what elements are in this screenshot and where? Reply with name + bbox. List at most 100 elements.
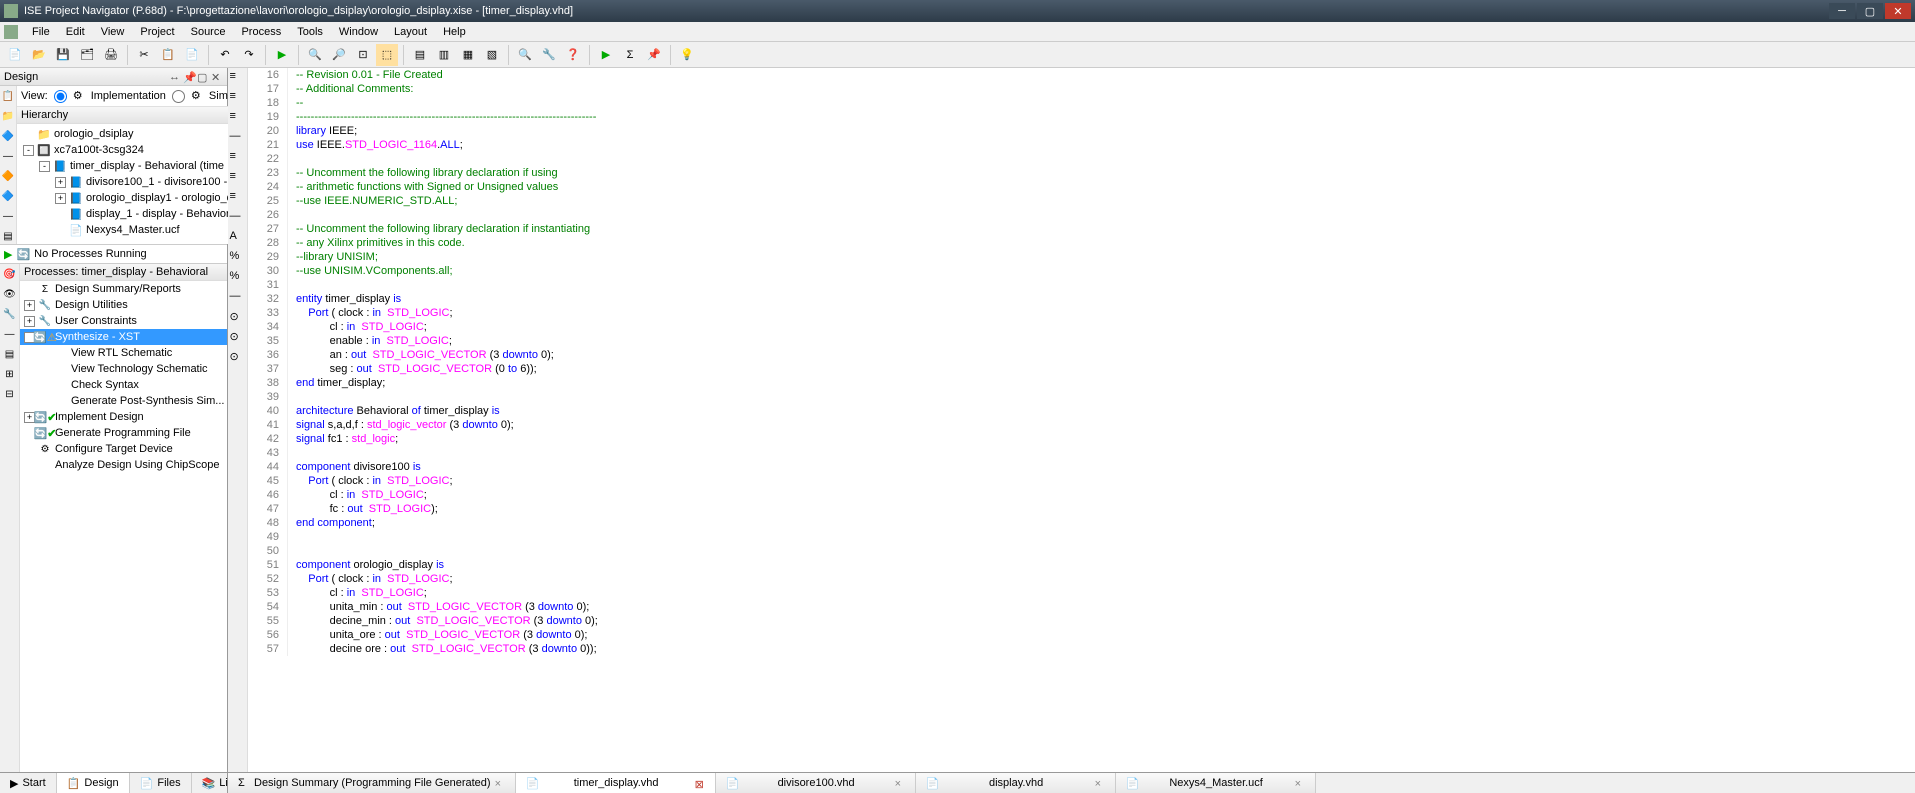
- hierarchy-item[interactable]: 📁orologio_dsiplay: [19, 126, 262, 142]
- process-item[interactable]: +🔧Design Utilities: [20, 297, 227, 313]
- sb-icon-2[interactable]: 📁: [0, 108, 16, 124]
- ed-icon-12[interactable]: —: [230, 290, 246, 306]
- ed-icon-11[interactable]: %: [230, 270, 246, 286]
- sb-icon-5[interactable]: 🔶: [0, 168, 16, 184]
- panel-max-icon[interactable]: ▢: [197, 71, 209, 83]
- bottom-tab-design[interactable]: 📋Design: [57, 773, 130, 793]
- close-tab-icon[interactable]: ×: [895, 778, 905, 788]
- redo-button[interactable]: ↷: [238, 44, 260, 66]
- new-button[interactable]: 📄: [4, 44, 26, 66]
- close-tab-icon[interactable]: ⊠: [695, 778, 705, 788]
- menu-view[interactable]: View: [93, 26, 133, 38]
- editor-tab[interactable]: 📄display.vhd×: [916, 773, 1116, 793]
- psb-3[interactable]: 🔧: [2, 306, 18, 322]
- ed-icon-14[interactable]: ⊙: [230, 330, 246, 346]
- processes-tree[interactable]: ΣDesign Summary/Reports+🔧Design Utilitie…: [20, 281, 227, 772]
- psb-5[interactable]: ▤: [2, 346, 18, 362]
- wrench-button[interactable]: 🔧: [538, 44, 560, 66]
- hierarchy-item[interactable]: +📘orologio_display1 - orologio_di: [19, 190, 262, 206]
- code-editor[interactable]: 16-- Revision 0.01 - File Created17-- Ad…: [248, 68, 1915, 772]
- view-sim-radio[interactable]: [172, 90, 185, 103]
- panel-close-icon[interactable]: ✕: [211, 71, 223, 83]
- ed-icon-15[interactable]: ⊙: [230, 350, 246, 366]
- play-button[interactable]: ▶: [595, 44, 617, 66]
- hierarchy-item[interactable]: -📘timer_display - Behavioral (time: [19, 158, 262, 174]
- psb-2[interactable]: 👁: [2, 286, 18, 302]
- layout3-button[interactable]: ▦: [457, 44, 479, 66]
- process-item[interactable]: Generate Post-Synthesis Sim...: [20, 393, 227, 409]
- menu-process[interactable]: Process: [233, 26, 289, 38]
- menu-tools[interactable]: Tools: [289, 26, 331, 38]
- menu-window[interactable]: Window: [331, 26, 386, 38]
- process-item[interactable]: +🔧User Constraints: [20, 313, 227, 329]
- copy-button[interactable]: 📋: [157, 44, 179, 66]
- menu-source[interactable]: Source: [183, 26, 234, 38]
- hierarchy-item[interactable]: -🔲xc7a100t-3csg324: [19, 142, 262, 158]
- ed-icon-5[interactable]: ≡: [230, 150, 246, 166]
- undo-button[interactable]: ↶: [214, 44, 236, 66]
- ed-icon-13[interactable]: ⊙: [230, 310, 246, 326]
- ed-icon-9[interactable]: A: [230, 230, 246, 246]
- ed-icon-7[interactable]: ≡: [230, 190, 246, 206]
- editor-tab[interactable]: 📄timer_display.vhd⊠: [516, 773, 716, 793]
- process-item[interactable]: View Technology Schematic: [20, 361, 227, 377]
- psb-1[interactable]: 🎯: [2, 266, 18, 282]
- sigma-button[interactable]: Σ: [619, 44, 641, 66]
- process-item[interactable]: View RTL Schematic: [20, 345, 227, 361]
- process-item[interactable]: 🔄✔Generate Programming File: [20, 425, 227, 441]
- process-item[interactable]: ⚙Configure Target Device: [20, 441, 227, 457]
- editor-tab[interactable]: ΣDesign Summary (Programming File Genera…: [228, 773, 516, 793]
- process-item[interactable]: -🔄⚠Synthesize - XST: [20, 329, 227, 345]
- process-item[interactable]: +🔄✔Implement Design: [20, 409, 227, 425]
- close-tab-icon[interactable]: ×: [1095, 778, 1105, 788]
- select-button[interactable]: ⬚: [376, 44, 398, 66]
- menu-help[interactable]: Help: [435, 26, 474, 38]
- play-icon[interactable]: ▶: [4, 248, 12, 261]
- panel-arrow-icon[interactable]: ↔: [169, 71, 181, 83]
- find-button[interactable]: 🔍: [514, 44, 536, 66]
- editor-tab[interactable]: 📄divisore100.vhd×: [716, 773, 916, 793]
- zoom-out-button[interactable]: 🔎: [328, 44, 350, 66]
- refresh-icon[interactable]: 🔄: [16, 248, 30, 261]
- editor-tab[interactable]: 📄Nexys4_Master.ucf×: [1116, 773, 1316, 793]
- close-tab-icon[interactable]: ×: [1295, 778, 1305, 788]
- sb-icon-7[interactable]: —: [0, 208, 16, 224]
- probe-button[interactable]: 📌: [643, 44, 665, 66]
- minimize-button[interactable]: ─: [1829, 3, 1855, 19]
- gear-icon[interactable]: ⚙: [73, 89, 87, 103]
- maximize-button[interactable]: ▢: [1857, 3, 1883, 19]
- run-button[interactable]: ▶: [271, 44, 293, 66]
- layout1-button[interactable]: ▤: [409, 44, 431, 66]
- gear-icon-2[interactable]: ⚙: [191, 89, 205, 103]
- menu-edit[interactable]: Edit: [58, 26, 93, 38]
- hierarchy-item[interactable]: 📘display_1 - display - Behavioral: [19, 206, 262, 222]
- layout2-button[interactable]: ▥: [433, 44, 455, 66]
- sb-icon-4[interactable]: —: [0, 148, 16, 164]
- bulb-button[interactable]: 💡: [676, 44, 698, 66]
- menu-file[interactable]: File: [24, 26, 58, 38]
- ed-icon-8[interactable]: —: [230, 210, 246, 226]
- ed-icon-1[interactable]: ≡: [230, 70, 246, 86]
- ed-icon-6[interactable]: ≡: [230, 170, 246, 186]
- hierarchy-item[interactable]: +📘divisore100_1 - divisore100 - di: [19, 174, 262, 190]
- close-button[interactable]: ✕: [1885, 3, 1911, 19]
- bottom-tab-start[interactable]: ▶Start: [0, 773, 57, 793]
- paste-button[interactable]: 📄: [181, 44, 203, 66]
- layout4-button[interactable]: ▧: [481, 44, 503, 66]
- ed-icon-3[interactable]: ≡: [230, 110, 246, 126]
- zoom-in-button[interactable]: 🔍: [304, 44, 326, 66]
- ed-icon-4[interactable]: —: [230, 130, 246, 146]
- ed-icon-2[interactable]: ≡: [230, 90, 246, 106]
- print-button[interactable]: 🖨: [100, 44, 122, 66]
- hierarchy-item[interactable]: 📄Nexys4_Master.ucf: [19, 222, 262, 238]
- bottom-tab-files[interactable]: 📄Files: [130, 773, 192, 793]
- panel-pin-icon[interactable]: 📌: [183, 71, 195, 83]
- fit-button[interactable]: ⊡: [352, 44, 374, 66]
- psb-7[interactable]: ⊟: [2, 386, 18, 402]
- sb-icon-3[interactable]: 🔷: [0, 128, 16, 144]
- process-item[interactable]: Check Syntax: [20, 377, 227, 393]
- process-item[interactable]: Analyze Design Using ChipScope: [20, 457, 227, 473]
- close-tab-icon[interactable]: ×: [495, 778, 505, 788]
- open-button[interactable]: 📂: [28, 44, 50, 66]
- save-button[interactable]: 💾: [52, 44, 74, 66]
